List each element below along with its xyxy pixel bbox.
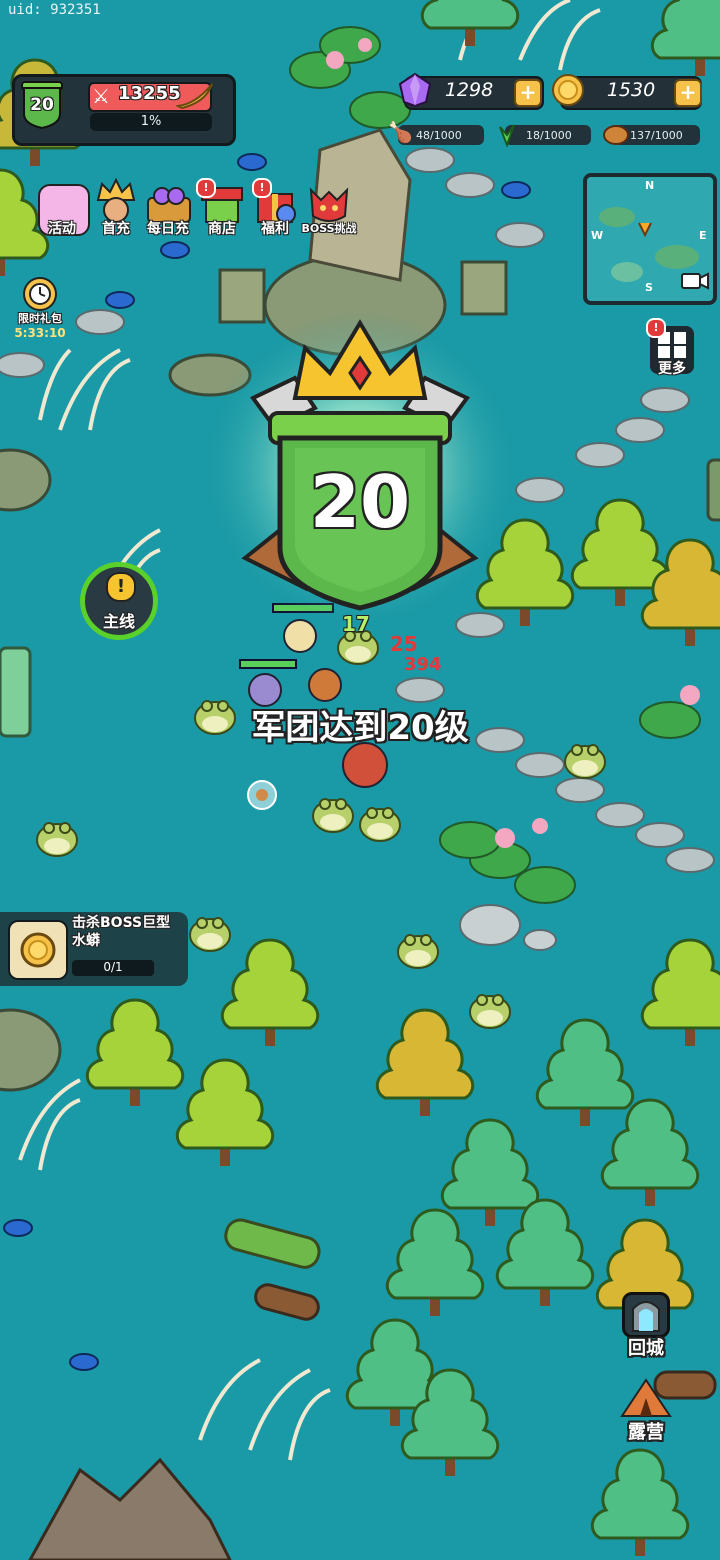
user-id: uid: 932351: [8, 2, 101, 18]
return-city-button[interactable]: [622, 1292, 670, 1338]
compass-north: N: [645, 179, 655, 192]
welfare-alert-icon: !: [252, 178, 272, 198]
meat-icon: 🍗: [388, 120, 413, 144]
more-label[interactable]: 更多: [650, 358, 694, 378]
shop-alert-icon: !: [196, 178, 216, 198]
main-quest-label[interactable]: 主线: [84, 608, 154, 632]
xp-percent: 1%: [140, 114, 162, 129]
level-up-message: 军团达到20级: [251, 708, 469, 748]
wing-icon: [176, 83, 213, 110]
welfare-label[interactable]: 福利: [245, 218, 305, 238]
limited-pack-icon[interactable]: [18, 272, 62, 312]
add-gold-button[interactable]: +: [674, 79, 702, 107]
gem-count: 1298: [444, 79, 494, 101]
combat-power: 13255: [118, 83, 181, 104]
herb-icon: [499, 124, 515, 147]
portal-icon: [632, 1301, 660, 1332]
exclamation-icon: !: [106, 572, 136, 602]
gem-icon: [398, 72, 432, 108]
damage-number: 25: [390, 632, 418, 656]
daily-charge-label[interactable]: 每日充: [138, 218, 198, 238]
first-charge-label[interactable]: 首充: [86, 218, 146, 238]
more-alert-icon: !: [646, 318, 666, 338]
camp-label[interactable]: 露营: [616, 1418, 676, 1444]
swords-icon: ⚔: [92, 84, 110, 108]
quest-reward: [8, 920, 68, 980]
compass-east: E: [699, 229, 707, 242]
shop-label[interactable]: 商店: [192, 218, 252, 238]
gold-coin-icon: [20, 932, 56, 968]
gold-count: 1530: [606, 79, 656, 101]
player-level: 20: [30, 95, 54, 115]
meat-count: 48/1000: [416, 129, 462, 142]
boss-challenge-label[interactable]: BOSS挑战: [299, 220, 359, 236]
wood-count: 137/1000: [630, 129, 683, 142]
return-city-label[interactable]: 回城: [616, 1334, 676, 1360]
camp-button[interactable]: [618, 1376, 674, 1420]
quest-title: 击杀BOSS巨型水蟒: [72, 915, 171, 949]
compass-west: W: [591, 229, 604, 242]
gold-coin-icon: [552, 74, 584, 106]
level-up-number: 20: [309, 460, 411, 544]
limited-pack-timer: 5:33:10: [14, 326, 66, 340]
limited-pack-label[interactable]: 限时礼包: [8, 310, 72, 326]
compass-south: S: [645, 281, 653, 294]
tent-icon: [620, 1378, 672, 1417]
damage-number: 394: [404, 654, 442, 675]
herb-count: 18/1000: [526, 129, 572, 142]
camera-icon[interactable]: [680, 268, 710, 292]
activity-label[interactable]: 活动: [32, 218, 92, 238]
add-gems-button[interactable]: +: [514, 79, 542, 107]
quest-progress: 0/1: [103, 960, 123, 974]
wood-icon: [603, 125, 629, 145]
